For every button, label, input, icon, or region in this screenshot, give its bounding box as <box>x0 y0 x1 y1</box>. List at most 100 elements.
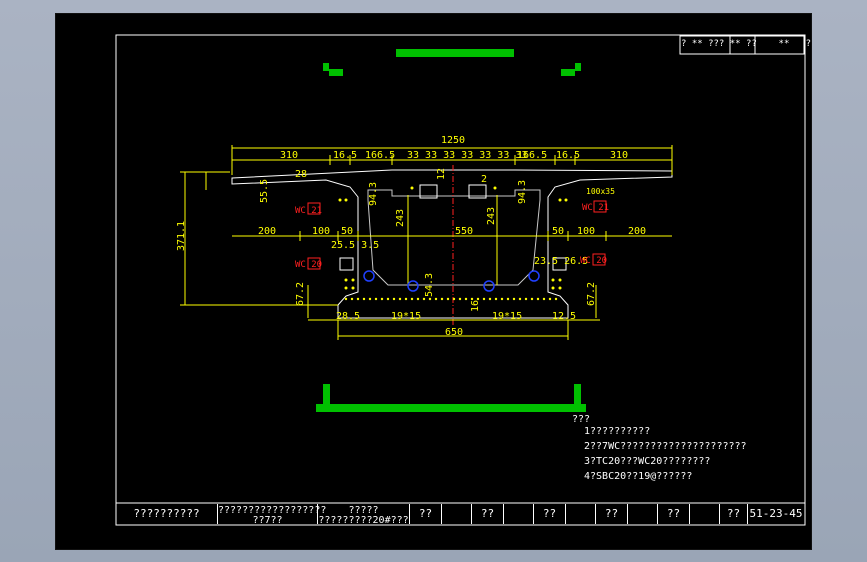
dim-bottom-width: 650 <box>445 327 464 338</box>
rebar-dot <box>518 297 522 301</box>
dim-slope-left: 94.3 <box>368 181 380 207</box>
dim-top-16-right: 16.5 <box>556 150 581 161</box>
green-tag-strip-bottom <box>316 384 586 412</box>
rebar-dot <box>392 297 396 301</box>
rebar-dot <box>452 297 456 301</box>
rebar-dot <box>440 297 444 301</box>
dim-top-310-right: 310 <box>610 150 629 161</box>
dim-bottom-19x15-left: 19*15 <box>391 311 422 322</box>
cad-viewport[interactable]: 1250 310 16.5 166.5 33 33 33 33 33 33 33… <box>0 0 867 562</box>
dim-bottom-thick-left: 67.2 <box>295 281 307 307</box>
dim-overall: 1250 <box>441 135 466 146</box>
rebar-dot <box>428 297 432 301</box>
dim-top-166-right: 166.5 <box>517 150 548 161</box>
rebar-dot <box>464 297 468 301</box>
rebar-dot <box>410 186 414 190</box>
title-cell-4: ?? <box>596 504 628 524</box>
dim-mid-50-right: 50 <box>552 226 565 237</box>
title-cell-3: ?? <box>534 504 566 524</box>
dim-top-33: 33 33 33 33 33 33 33 <box>407 150 528 161</box>
dim-slope-right: 94.3 <box>517 179 529 205</box>
rebar-dot <box>536 297 540 301</box>
rebar-dot <box>344 297 348 301</box>
dim-bottom-thick-right: 67.2 <box>586 281 598 307</box>
rebar-dot <box>344 286 348 290</box>
rebar-dot <box>558 198 562 202</box>
dim-54-3: 54.3 <box>424 272 436 298</box>
rebar-dot <box>380 297 384 301</box>
rebar-dot <box>344 278 348 282</box>
rebar-dot <box>368 297 372 301</box>
dim-top-left-small: 55.5 <box>259 178 271 204</box>
title-box-top-text: ? ** ??? ** ?? ** ? <box>681 39 812 49</box>
rebar-dot <box>493 186 497 190</box>
rebar-dot <box>458 297 462 301</box>
note-item: 2??7WC????????????????????? <box>584 441 747 452</box>
dim-mid-550: 550 <box>455 226 474 237</box>
dim-top-166-left: 166.5 <box>365 150 396 161</box>
wc-label-right-lower: WC 20 <box>580 256 608 266</box>
rebar-dot <box>548 297 552 301</box>
title-cell-1: ?? <box>410 504 442 524</box>
rebar-dot <box>422 297 426 301</box>
wc-label-left-upper: WC 21 <box>295 206 323 216</box>
rebar-dot <box>551 286 555 290</box>
title-cell-project: ?????????????????? ??7?? <box>218 504 327 526</box>
rebar-dot <box>564 198 568 202</box>
rebar-dot <box>434 297 438 301</box>
rebar-dot <box>344 198 348 202</box>
rebar-dot <box>338 198 342 202</box>
note-item: 1?????????? <box>584 426 651 437</box>
dim-top-310-left: 310 <box>280 150 299 161</box>
dim-bottom-19x15-right: 19*15 <box>492 311 523 322</box>
rebar-dot <box>488 297 492 301</box>
rebar-dot <box>506 297 510 301</box>
rebar-dot <box>410 297 414 301</box>
rebar-dot <box>356 297 360 301</box>
title-cell-blank-5 <box>690 504 720 524</box>
rebar-dot <box>558 286 562 290</box>
rebar-dot <box>524 297 528 301</box>
dim-bottom-12: 12.5 <box>552 311 577 322</box>
green-tag-strip-top <box>323 49 581 76</box>
rebar-dot <box>558 278 562 282</box>
notes-heading: ??? <box>572 414 591 425</box>
title-cell-5: ?? <box>658 504 690 524</box>
wc-label-right-upper: WC 21 <box>582 203 610 213</box>
dim-mid-100-left: 100 <box>312 226 331 237</box>
dim-height-total: 371.1 <box>176 220 188 252</box>
dim-mid-100-right: 100 <box>577 226 596 237</box>
rebar-dot <box>530 297 534 301</box>
wc-label-left-lower: WC 20 <box>295 260 323 270</box>
dim-web-left: 243 <box>395 208 407 228</box>
rebar-dot <box>500 297 504 301</box>
rebar-dot <box>482 297 486 301</box>
drawing-number: 51-23-45 <box>749 507 803 520</box>
dim-mid-200-right: 200 <box>628 226 647 237</box>
rebar-dot <box>398 297 402 301</box>
rebar-dot <box>446 297 450 301</box>
rebar-dot <box>350 297 354 301</box>
dim-mid-200-left: 200 <box>258 226 277 237</box>
rebar-dot <box>551 278 555 282</box>
rebar-dot <box>494 297 498 301</box>
title-cell-drawing: ????? ?????????20#??? <box>318 504 410 526</box>
note-item: 3?TC20???WC20???????? <box>584 456 711 467</box>
title-cell-blank-4 <box>628 504 658 524</box>
rebar-dot <box>386 297 390 301</box>
title-cell-blank-2 <box>504 504 534 524</box>
dim-corner-tag: 100x35 <box>586 187 615 196</box>
dim-28: 28 <box>295 169 308 180</box>
dim-center-right: 2 <box>481 174 488 185</box>
title-cell-name: ?????????? <box>116 504 218 524</box>
rebar-dot <box>351 278 355 282</box>
dimension-lines <box>180 145 673 340</box>
rebar-dot <box>404 297 408 301</box>
dim-bottom-28: 28.5 <box>336 311 361 322</box>
rebar-dot <box>512 297 516 301</box>
rebar-dot <box>542 297 546 301</box>
rebar-dot <box>374 297 378 301</box>
dim-mid-50-left: 50 <box>341 226 354 237</box>
rebar-dot <box>351 286 355 290</box>
dim-web-right: 243 <box>486 206 498 226</box>
